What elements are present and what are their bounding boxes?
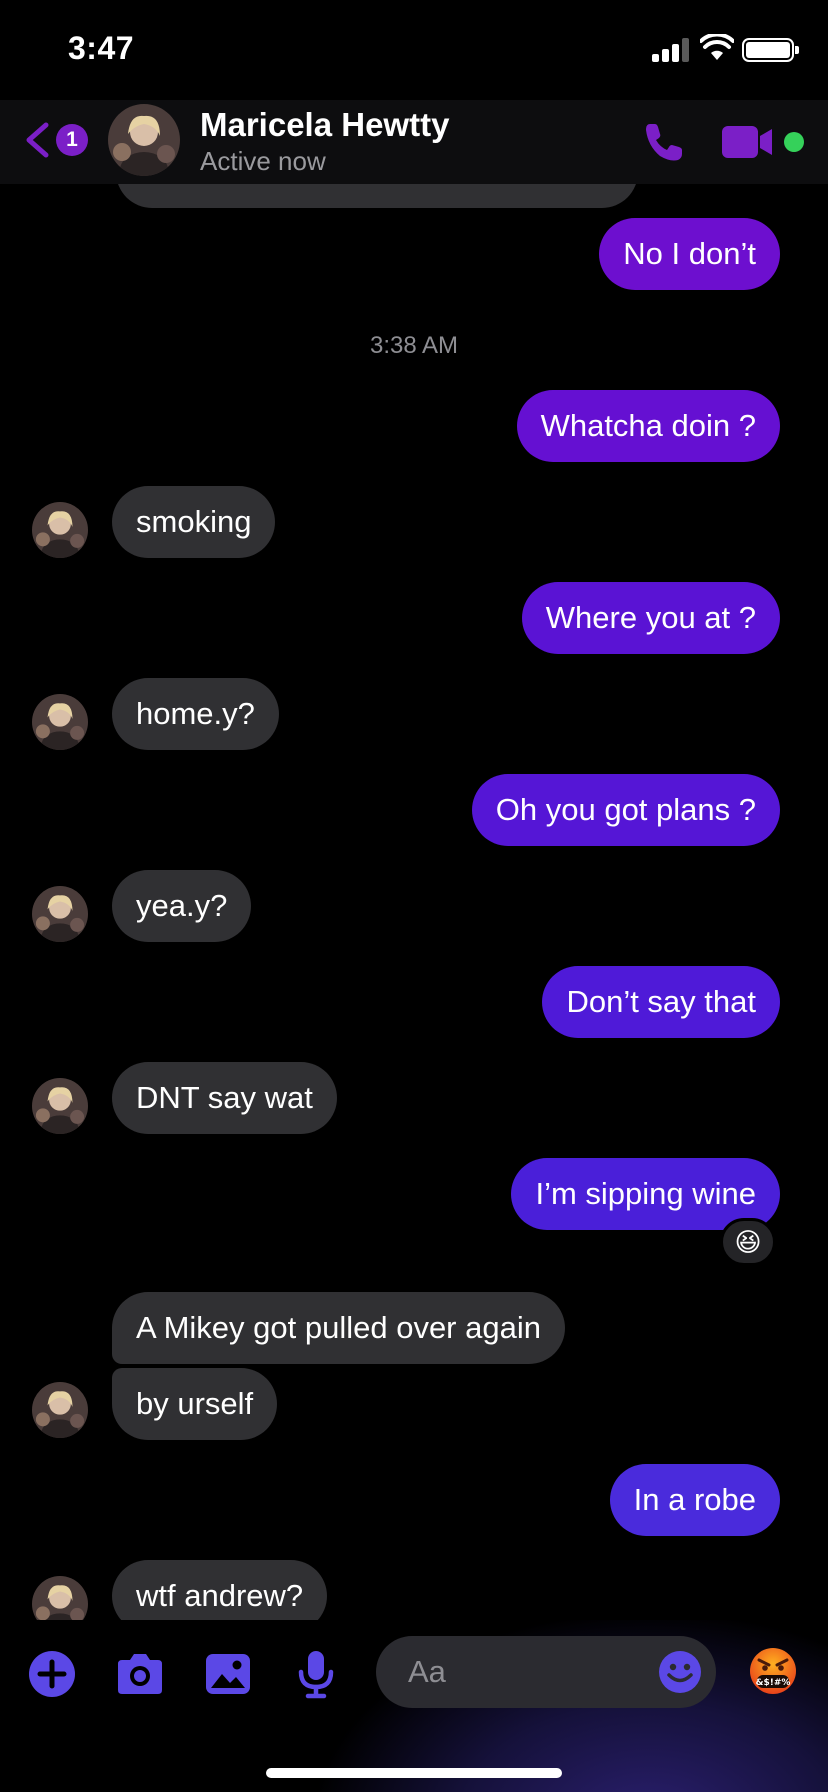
outgoing-message[interactable]: No I don’t [599, 218, 780, 290]
outgoing-message[interactable]: Whatcha doin ? [516, 390, 780, 462]
contact-avatar-small [32, 886, 88, 942]
message-reaction-emoji[interactable]: 😆 [720, 1218, 776, 1266]
emoji-icon[interactable] [658, 1650, 702, 1694]
plus-icon[interactable] [26, 1648, 78, 1700]
battery-icon [742, 38, 799, 62]
message-timestamp: 3:38 AM [369, 332, 459, 359]
conversation-header: 1 Maricela Hewtty Active now [0, 100, 828, 184]
video-call-icon[interactable] [720, 122, 776, 162]
contact-avatar-small [32, 1382, 88, 1438]
contact-avatar-small [32, 502, 88, 558]
unread-count-badge: 1 [56, 124, 88, 156]
contact-avatar-small [32, 694, 88, 750]
outgoing-message[interactable]: Don’t say that [542, 966, 780, 1038]
svg-text:&$!#%: &$!#% [756, 1678, 791, 1688]
incoming-message[interactable]: yea.y? [112, 870, 252, 942]
phone-icon[interactable] [640, 118, 688, 166]
contact-name[interactable]: Maricela Hewtty [200, 106, 449, 144]
outgoing-message[interactable]: Where you at ? [521, 582, 780, 654]
camera-icon[interactable] [114, 1648, 166, 1700]
image-icon[interactable] [202, 1648, 254, 1700]
home-indicator[interactable] [266, 1768, 562, 1778]
contact-avatar-small [32, 1576, 88, 1620]
online-indicator [784, 132, 804, 152]
message-composer: Aa &$!#% [0, 1620, 828, 1792]
cellular-signal-icon [652, 38, 692, 62]
status-time: 3:47 [68, 30, 135, 66]
chevron-left-icon [26, 122, 49, 158]
message-input[interactable]: Aa [376, 1636, 716, 1708]
angry-emoji-icon[interactable]: &$!#% [748, 1646, 798, 1696]
outgoing-message[interactable]: In a robe [609, 1464, 780, 1536]
avatar-photo [108, 104, 180, 176]
contact-avatar-small [32, 1078, 88, 1134]
back-button[interactable]: 1 [24, 118, 90, 162]
message-list[interactable]: No I don’t 3:38 AM Whatcha doin ? smokin… [0, 184, 828, 1620]
microphone-icon[interactable] [290, 1648, 342, 1700]
incoming-message[interactable]: A Mikey got pulled over again [112, 1292, 565, 1364]
incoming-message[interactable]: smoking [112, 486, 276, 558]
status-bar: 3:47 [0, 0, 828, 100]
incoming-message[interactable]: by urself [112, 1368, 278, 1440]
outgoing-message[interactable]: Oh you got plans ? [471, 774, 780, 846]
incoming-message[interactable]: DNT say wat [112, 1062, 337, 1134]
message-input-placeholder: Aa [408, 1654, 446, 1689]
incoming-message[interactable]: wtf andrew? [112, 1560, 328, 1620]
contact-active-status: Active now [200, 146, 326, 176]
contact-avatar[interactable] [108, 104, 180, 176]
message-bubble-cut-off [116, 184, 638, 208]
incoming-message[interactable]: home.y? [112, 678, 279, 750]
wifi-icon [700, 34, 734, 60]
